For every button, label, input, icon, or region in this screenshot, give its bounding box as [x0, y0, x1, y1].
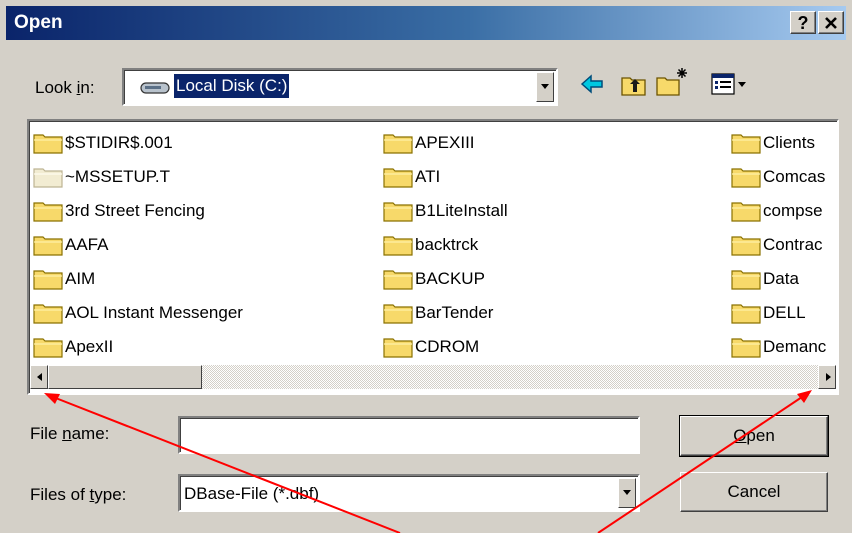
- annotation-arrowhead-right: [797, 390, 812, 403]
- annotation-arrowhead-left: [44, 393, 60, 404]
- annotation-arrows: [44, 390, 812, 533]
- annotation-arrow-left: [47, 394, 401, 533]
- annotation-arrow-right: [597, 392, 809, 533]
